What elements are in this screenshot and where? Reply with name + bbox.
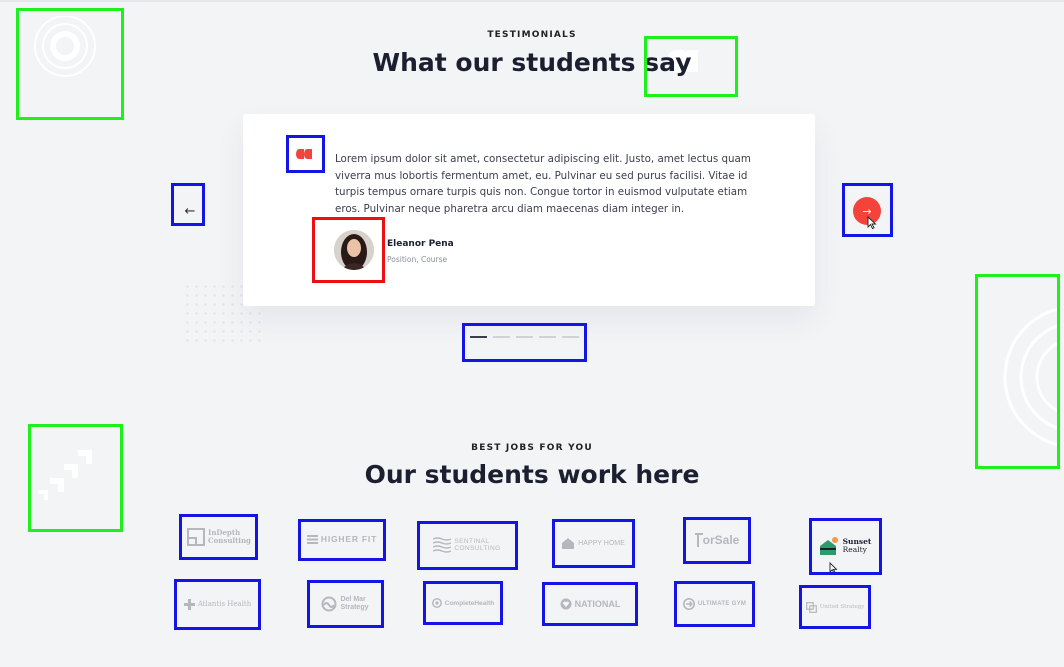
- logo-text-line: Consulting: [208, 536, 251, 545]
- logo-text-line: SENTINAL: [454, 537, 490, 545]
- signpost-icon: [694, 533, 703, 547]
- pagination-dot-1[interactable]: [470, 336, 487, 338]
- logo-text-line: CONSULTING: [454, 545, 501, 552]
- logo-indepth-consulting: InDepth Consulting: [182, 517, 256, 557]
- avatar: [334, 230, 374, 270]
- annotation-box-blue: [462, 323, 587, 362]
- logo-text: HAPPY HOME: [578, 539, 625, 547]
- logo-happy-home: HAPPY HOME: [555, 522, 631, 564]
- medical-cross-icon: [183, 598, 195, 610]
- logo-text: ULTIMATE GYM: [697, 601, 747, 607]
- pagination-dot-5[interactable]: [562, 336, 579, 338]
- logo-text: CompleteHealth: [444, 599, 495, 607]
- prev-arrow-button[interactable]: ←: [176, 197, 204, 225]
- jobs-eyebrow: BEST JOBS FOR YOU: [471, 443, 593, 453]
- logo-national: NATIONAL: [545, 585, 635, 623]
- author-role: Position, Course: [387, 255, 448, 264]
- overlapping-squares-icon: [805, 601, 817, 613]
- shield-heart-icon: [560, 598, 572, 610]
- testimonials-heading: What our students say: [372, 48, 692, 77]
- logo-atlantis-health: Atlantis Health: [177, 582, 258, 626]
- circle-heart-icon: [431, 598, 442, 608]
- author-name: Eleanor Pena: [387, 239, 454, 249]
- top-divider: [0, 0, 1064, 2]
- pagination-dot-3[interactable]: [516, 336, 533, 338]
- logo-del-mar-strategy: Del Mar Strategy: [310, 583, 380, 625]
- mouse-pointer-icon: [867, 216, 877, 230]
- circle-arrow-icon: [682, 598, 695, 610]
- logo-text-line: Del Mar: [340, 596, 366, 603]
- logo-complete-health: CompleteHealth: [426, 584, 500, 622]
- logo-text: Atlantis Health: [197, 600, 252, 608]
- swirl-icon: [321, 596, 337, 612]
- logo-text: orSale: [702, 533, 740, 547]
- logo-text-line: Strategy: [340, 604, 369, 611]
- logo-ultimate-gym: ULTIMATE GYM: [677, 584, 752, 624]
- pagination-dot-4[interactable]: [539, 336, 556, 338]
- stripes-icon: [306, 534, 318, 544]
- pagination-dot-2[interactable]: [493, 336, 510, 338]
- logo-sentinal-consulting: SENTINAL CONSULTING: [420, 524, 514, 566]
- wave-lines-icon: [433, 537, 452, 553]
- logo-text: United Strategy: [819, 604, 865, 610]
- logo-united-strategy: United Strategy: [802, 588, 868, 626]
- sunset-house-icon: [819, 537, 838, 555]
- house-icon: [562, 537, 575, 549]
- logo-sunset-realty: Sunset Realty: [812, 521, 878, 571]
- logo-text-line: Realty: [842, 545, 867, 554]
- testimonial-quote: Lorem ipsum dolor sit amet, consectetur …: [335, 153, 751, 215]
- mouse-pointer-icon: [829, 562, 838, 574]
- arc-rings-icon: [1003, 306, 1061, 448]
- logo-text: NATIONAL: [574, 599, 621, 609]
- indepth-mark-icon: [187, 528, 206, 546]
- logo-text: HIGHER FIT: [320, 534, 378, 544]
- quote-icon: [290, 140, 320, 168]
- logo-higher-fit: HIGHER FIT: [301, 522, 383, 556]
- logo-forsale: orSale: [686, 520, 748, 560]
- jobs-heading: Our students work here: [364, 460, 700, 489]
- testimonials-eyebrow: TESTIMONIALS: [487, 30, 577, 40]
- carousel-pagination: [470, 336, 579, 338]
